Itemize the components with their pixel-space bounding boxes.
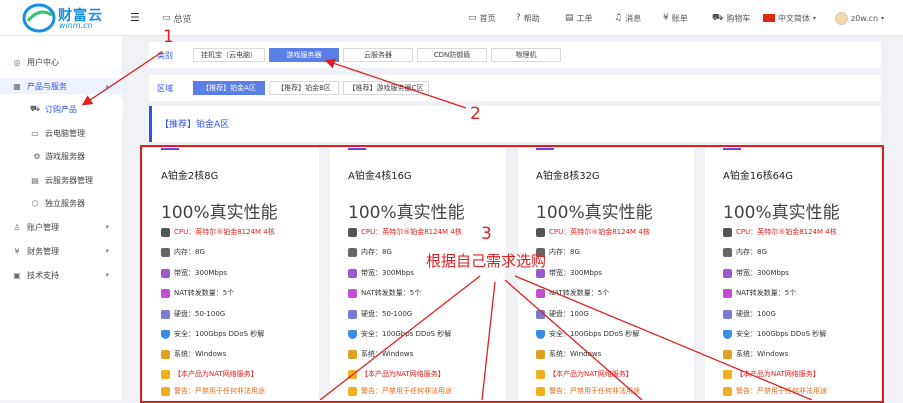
category-bar: 类别 挂机宝（云电脑） 游戏服务器 云服务器 CDN防御盾 物理机: [149, 42, 881, 68]
monitor-icon: ▭: [468, 13, 477, 23]
tab-cdn[interactable]: CDN防御盾: [417, 48, 487, 62]
gear-icon: ⚙: [33, 151, 41, 161]
sidebar-item-finance[interactable]: ¥ 财务管理 ▾: [0, 243, 123, 259]
tab-cloud-pc[interactable]: 挂机宝（云电脑）: [193, 48, 265, 62]
chevron-up-icon: ▴: [105, 82, 109, 90]
nav-ticket[interactable]: ▤ 工单: [565, 11, 593, 25]
top-header: 财富云 winm.cn ☰ ▭ 总览 ▭ 首页 ? 帮助 ▤ 工单 ♫ 消息 ¥ 账单 ⛟…: [0, 0, 903, 36]
user-menu[interactable]: z0w.cn ▾: [835, 11, 884, 25]
sidebar-item-label: 游戏服务器: [45, 151, 85, 161]
sidebar-item-label: 产品与服务: [27, 81, 67, 91]
annotation-step1: 1: [163, 27, 174, 47]
chevron-down-icon: ▾: [813, 14, 817, 22]
nav-message[interactable]: ♫ 消息: [614, 11, 641, 25]
tab-region-b[interactable]: 【推荐】铂金B区: [269, 81, 339, 95]
chevron-down-icon: ▾: [105, 247, 109, 255]
china-flag-icon: [763, 14, 775, 22]
nav-help[interactable]: ? 帮助: [516, 11, 540, 25]
nav-bill-label: 账单: [671, 13, 688, 23]
logo[interactable]: 财富云 winm.cn: [22, 2, 122, 34]
sidebar-item-label: 云电脑管理: [45, 128, 85, 138]
user-icon: ♙: [13, 222, 21, 232]
tab-physical[interactable]: 物理机: [491, 48, 561, 62]
tab-cloud-server[interactable]: 云服务器: [343, 48, 413, 62]
yuan-icon: ¥: [14, 246, 20, 256]
sidebar-item-label: 云服务器管理: [45, 175, 93, 185]
box-icon: ⬡: [31, 198, 39, 208]
nav-cart-label: 购物车: [726, 13, 751, 23]
overview-label: 总览: [173, 14, 192, 25]
sidebar-item-order[interactable]: ⛟ 订购产品: [0, 101, 123, 117]
sidebar-item-label: 账户管理: [27, 222, 59, 232]
language-label: 中文简体: [778, 13, 810, 23]
annotation-step2: 2: [470, 104, 481, 124]
sidebar-item-cloud-pc[interactable]: ▭ 云电脑管理: [0, 125, 123, 141]
cart-icon: ⛟: [30, 104, 41, 113]
avatar: [835, 11, 848, 25]
chevron-down-icon: ▾: [881, 14, 885, 22]
nav-message-label: 消息: [625, 13, 642, 23]
sidebar-item-products[interactable]: ▦ 产品与服务 ▴: [0, 78, 123, 94]
nav-cart[interactable]: ⛟ 购物车: [712, 11, 750, 25]
tab-game-server[interactable]: 游戏服务器: [269, 48, 339, 62]
logo-cloud-icon: [22, 3, 56, 33]
sidebar-item-label: 财务管理: [27, 246, 59, 256]
annotation-step3: 3: [481, 224, 492, 244]
nav-home-label: 首页: [479, 13, 496, 23]
nav-bill[interactable]: ¥ 账单: [663, 11, 688, 25]
annotation-step3-text: 根据自己需求选购: [426, 252, 547, 270]
help-icon: ?: [516, 13, 521, 23]
server-icon: ▤: [31, 175, 39, 185]
selected-region-title: 【推荐】铂金A区: [160, 120, 230, 130]
sidebar-item-account[interactable]: ♙ 账户管理 ▾: [0, 219, 123, 235]
support-icon: ▣: [13, 270, 21, 280]
user-circle-icon: ◎: [13, 57, 21, 67]
menu-collapse-icon[interactable]: ☰: [130, 11, 140, 24]
tab-region-a[interactable]: 【推荐】铂金A区: [193, 81, 265, 95]
annotation-box: [140, 145, 884, 403]
region-label: 区域: [157, 84, 173, 93]
sidebar: ◎ 用户中心 ▦ 产品与服务 ▴ ⛟ 订购产品 ▭ 云电脑管理 ⚙ 游戏服务器 ▤ 云服务器管…: [0, 36, 123, 400]
tab-region-c[interactable]: 【推荐】游戏服务器C区: [343, 81, 429, 95]
logo-url: winm.cn: [59, 21, 93, 30]
sidebar-item-label: 独立服务器: [45, 198, 85, 208]
chevron-down-icon: ▾: [105, 223, 109, 231]
chevron-down-icon: ▾: [105, 271, 109, 279]
monitor-icon: ▭: [162, 13, 171, 23]
nav-home[interactable]: ▭ 首页: [468, 11, 496, 25]
language-select[interactable]: 中文简体 ▾: [763, 11, 816, 25]
nav-ticket-label: 工单: [576, 13, 593, 23]
cart-icon: ⛟: [712, 12, 724, 23]
bell-icon: ♫: [614, 13, 623, 23]
sidebar-item-label: 订购产品: [45, 104, 77, 114]
category-label: 类别: [157, 51, 173, 60]
overview-link[interactable]: ▭ 总览: [162, 11, 192, 25]
sidebar-item-label: 用户中心: [27, 57, 59, 67]
region-bar: 区域 【推荐】铂金A区 【推荐】铂金B区 【推荐】游戏服务器C区: [149, 75, 881, 101]
sidebar-item-label: 技术支持: [27, 270, 59, 280]
username: z0w.cn: [851, 13, 879, 23]
sidebar-item-user-center[interactable]: ◎ 用户中心: [0, 54, 123, 70]
selected-region-header: 【推荐】铂金A区: [149, 106, 881, 142]
sidebar-item-support[interactable]: ▣ 技术支持 ▾: [0, 267, 123, 283]
sidebar-item-cloud-server[interactable]: ▤ 云服务器管理: [0, 172, 123, 188]
yuan-icon: ¥: [663, 13, 669, 23]
nav-help-label: 帮助: [523, 13, 540, 23]
sidebar-item-dedicated[interactable]: ⬡ 独立服务器: [0, 195, 123, 211]
ticket-icon: ▤: [565, 13, 574, 23]
monitor-icon: ▭: [31, 128, 39, 138]
sidebar-item-game-server[interactable]: ⚙ 游戏服务器: [0, 148, 123, 164]
grid-icon: ▦: [13, 81, 21, 91]
